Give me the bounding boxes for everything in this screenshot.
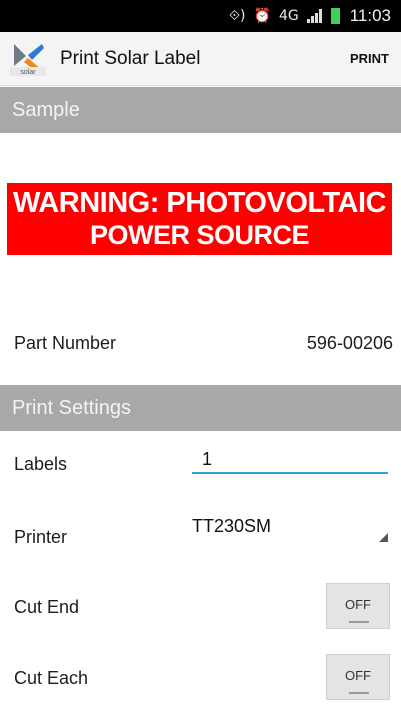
printer-label: Printer <box>14 527 68 547</box>
printer-selected-value: TT230SM <box>192 516 272 536</box>
print-button[interactable]: PRINT <box>350 51 389 66</box>
app-logo-icon: solar <box>10 44 46 76</box>
alarm-icon: ⏰ <box>253 8 271 24</box>
action-bar: solar Print Solar Label PRINT <box>0 32 401 86</box>
status-time: 11:03 <box>349 6 391 25</box>
svg-text:solar: solar <box>20 69 36 76</box>
label-preview-line2: POWER SOURCE <box>89 220 310 250</box>
labels-label: Labels <box>14 454 68 474</box>
sample-section-header: Sample <box>0 87 401 133</box>
printer-dropdown[interactable]: TT230SM <box>192 510 390 546</box>
labels-count-input[interactable] <box>192 446 388 474</box>
network-4g-icon: 4G <box>278 8 299 24</box>
app-title: Print Solar Label <box>60 48 201 69</box>
label-preview-line1: WARNING: PHOTOVOLTAIC <box>13 187 386 219</box>
part-number-value: 596-00206 <box>306 333 393 353</box>
print-settings-header: Print Settings <box>0 385 401 431</box>
nfc-icon: ⟐) <box>229 8 246 24</box>
cut-end-toggle[interactable]: OFF <box>326 583 390 629</box>
toggle-indicator <box>349 621 369 623</box>
signal-icon <box>306 9 323 23</box>
label-preview: WARNING: PHOTOVOLTAIC POWER SOURCE <box>7 183 392 255</box>
part-number-label: Part Number <box>14 333 117 353</box>
toggle-indicator <box>349 692 369 694</box>
cut-end-label: Cut End <box>14 597 80 617</box>
cut-end-toggle-state: OFF <box>345 597 371 612</box>
cut-each-toggle-state: OFF <box>345 668 371 683</box>
status-bar: ⟐) ⏰ 4G 11:03 <box>0 0 401 32</box>
dropdown-arrow-icon <box>379 533 388 542</box>
battery-icon <box>330 8 340 24</box>
cut-each-toggle[interactable]: OFF <box>326 654 390 700</box>
cut-each-label: Cut Each <box>14 668 89 688</box>
